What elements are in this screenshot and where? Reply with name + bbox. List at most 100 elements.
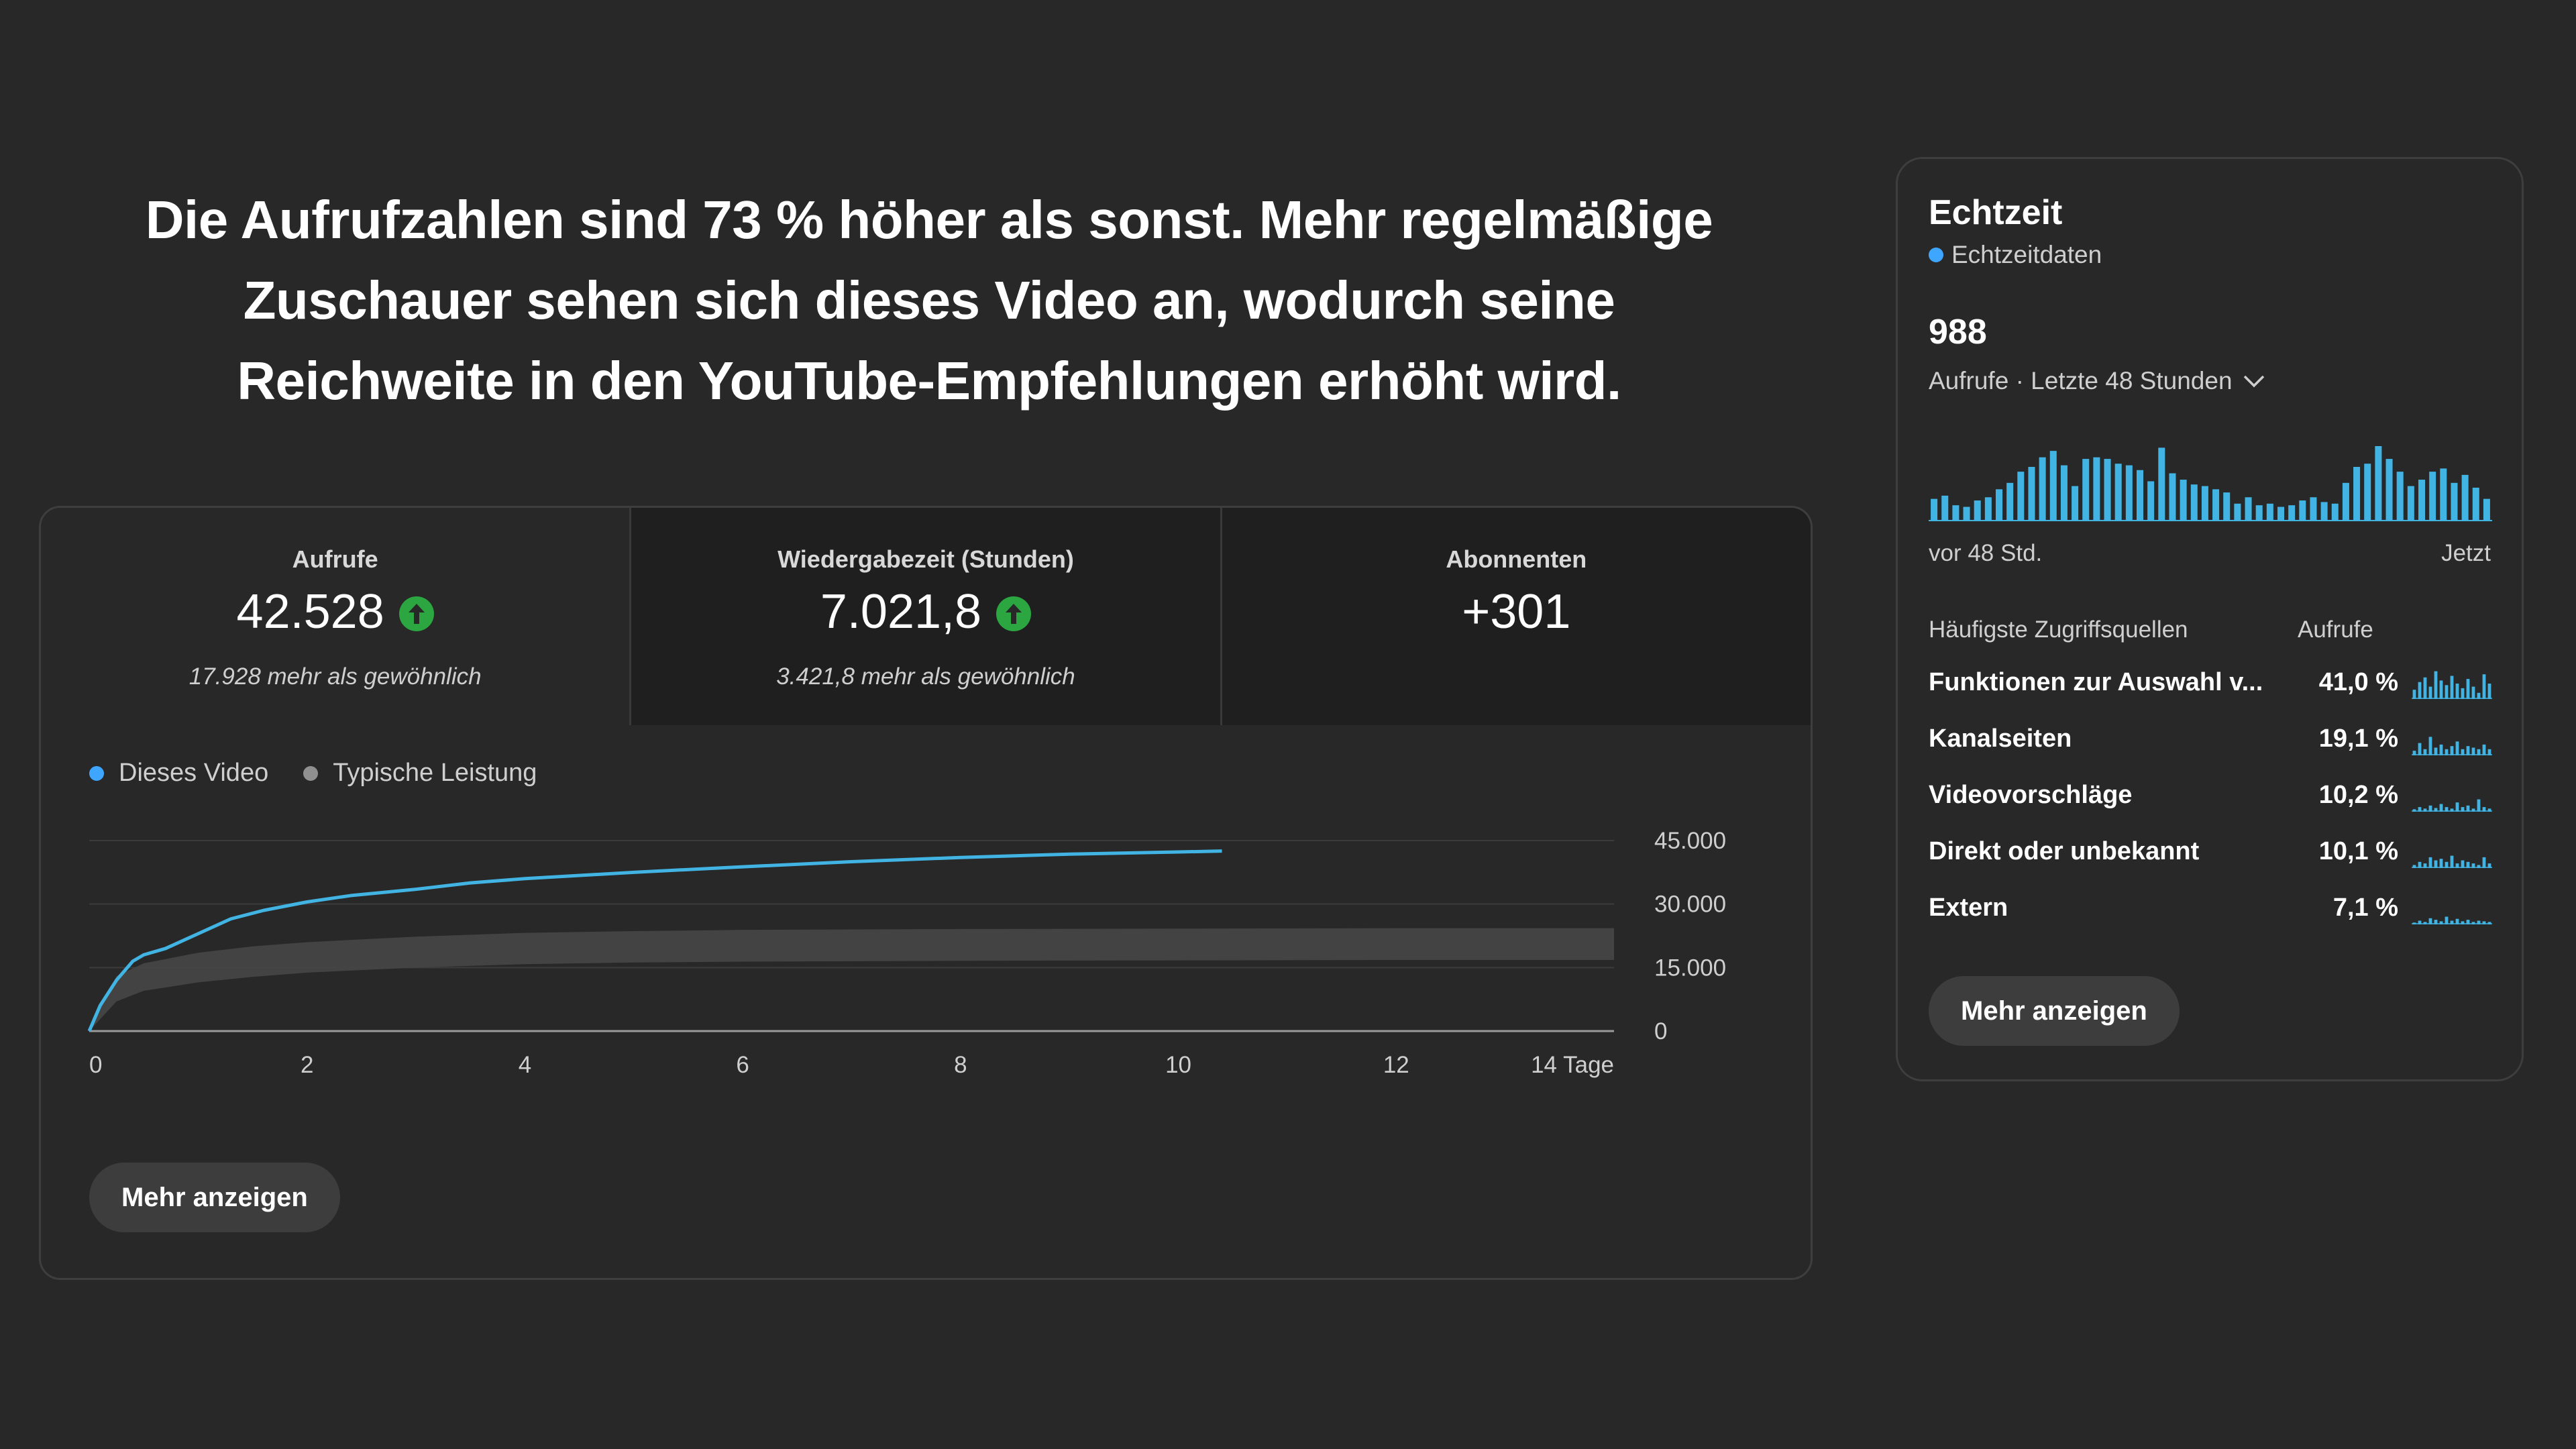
metric-label: Aufrufe	[292, 545, 378, 573]
performance-card: Aufrufe 42.528 17.928 mehr als gewöhnlic…	[39, 506, 1813, 1280]
realtime-bar	[1974, 500, 1981, 521]
sparkline-bar	[2439, 744, 2443, 755]
x-tick-label: 4	[519, 1052, 531, 1078]
period-label: Aufrufe · Letzte 48 Stunden	[1929, 367, 2233, 394]
table-row[interactable]: Direkt oder unbekannt 10,1 %	[1929, 823, 2492, 879]
y-tick-label: 15.000	[1654, 955, 1726, 981]
realtime-bar-chart[interactable]	[1929, 441, 2492, 521]
chart-legend: Dieses Video Typische Leistung	[89, 759, 537, 788]
metric-value: +301	[1462, 585, 1571, 639]
metric-tab-views[interactable]: Aufrufe 42.528 17.928 mehr als gewöhnlic…	[41, 508, 630, 725]
typical-performance-band	[89, 928, 1614, 1031]
realtime-bar	[2375, 446, 2382, 521]
realtime-bar	[2266, 503, 2273, 521]
metric-value-row: 42.528	[41, 582, 629, 642]
table-row[interactable]: Funktionen zur Auswahl v... 41,0 %	[1929, 654, 2492, 710]
x-tick-label: 14 Tage	[1531, 1052, 1614, 1078]
sparkline-bar	[2482, 744, 2486, 755]
metric-label: Abonnenten	[1446, 545, 1587, 573]
realtime-bar	[2093, 457, 2100, 521]
realtime-card: Echtzeit Echtzeitdaten 988 Aufrufe · Let…	[1896, 157, 2524, 1081]
realtime-bar	[1995, 489, 2003, 521]
realtime-bar	[2017, 472, 2025, 521]
realtime-bar	[2039, 457, 2046, 521]
metric-value: 7.021,8	[820, 585, 982, 639]
realtime-bar	[2082, 459, 2090, 521]
metric-tab-subscribers[interactable]: Abonnenten +301	[1220, 508, 1811, 725]
sparkline-bar	[2434, 671, 2438, 699]
realtime-bar	[2331, 503, 2339, 521]
realtime-show-more-button[interactable]: Mehr anzeigen	[1929, 976, 2180, 1046]
sparkline-bar	[2477, 799, 2481, 812]
realtime-bar	[2006, 482, 2014, 521]
realtime-bar	[2364, 464, 2371, 521]
realtime-bar	[2320, 502, 2328, 521]
traffic-sources-table: Häufigste Zugriffsquellen Aufrufe Funkti…	[1929, 616, 2492, 936]
sparkline-bar	[2471, 686, 2475, 699]
realtime-bar	[1931, 498, 1938, 521]
realtime-bar	[2310, 497, 2317, 521]
source-percent: 10,1 %	[2318, 837, 2398, 865]
legend-label: Typische Leistung	[333, 759, 537, 787]
show-more-button[interactable]: Mehr anzeigen	[89, 1163, 340, 1232]
table-row[interactable]: Kanalseiten 19,1 %	[1929, 710, 2492, 767]
source-name: Extern	[1929, 893, 2008, 922]
source-name: Kanalseiten	[1929, 724, 2072, 753]
legend-dot-icon	[303, 765, 319, 781]
header-views: Aufrufe	[2298, 616, 2373, 643]
sparkline-bar	[2418, 743, 2422, 755]
sparkline-bar	[2428, 737, 2432, 755]
metric-tab-watch-time[interactable]: Wiedergabezeit (Stunden) 7.021,8 3.421,8…	[629, 508, 1220, 725]
realtime-axis-start: vor 48 Std.	[1929, 540, 2043, 566]
sparkline-bar	[2455, 802, 2459, 812]
metric-value: 42.528	[236, 585, 384, 639]
source-sparkline	[2412, 737, 2492, 755]
source-sparkline	[2412, 916, 2492, 924]
x-tick-label: 6	[736, 1052, 749, 1078]
sparkline-bar	[2461, 688, 2465, 699]
realtime-bar	[2136, 470, 2144, 521]
views-chart[interactable]: 0 15.000 30.000 45.000 0 2 4 6 8 10 12 14 Tage	[41, 803, 1813, 1098]
realtime-bar	[2234, 503, 2241, 521]
realtime-bar	[2277, 506, 2285, 521]
sparkline-bar	[2482, 857, 2486, 868]
realtime-bar	[1963, 506, 1970, 521]
realtime-bar	[2245, 497, 2252, 521]
metric-value-row: 7.021,8	[631, 582, 1220, 642]
source-name: Direkt oder unbekannt	[1929, 837, 2200, 865]
realtime-bar	[1952, 505, 1960, 521]
table-row[interactable]: Extern 7,1 %	[1929, 879, 2492, 936]
sparkline-bar	[2428, 857, 2432, 868]
sparkline-bar	[2466, 679, 2470, 699]
source-percent: 41,0 %	[2318, 667, 2398, 696]
table-header: Häufigste Zugriffsquellen Aufrufe	[1929, 616, 2492, 654]
realtime-bar	[2201, 486, 2208, 521]
source-name: Videovorschläge	[1929, 780, 2133, 809]
realtime-bar	[1941, 495, 1949, 521]
realtime-bar	[2255, 505, 2263, 521]
realtime-bar	[2060, 465, 2068, 521]
sparkline-bar	[2466, 746, 2470, 755]
realtime-bar	[2072, 486, 2079, 521]
sparkline-bar	[2439, 680, 2443, 699]
realtime-bar	[2440, 468, 2447, 521]
x-tick-label: 12	[1383, 1052, 1409, 1078]
sparkline-bar	[2455, 684, 2459, 699]
table-row[interactable]: Videovorschläge 10,2 %	[1929, 767, 2492, 823]
realtime-bar	[2180, 480, 2187, 521]
metric-label: Wiedergabezeit (Stunden)	[777, 545, 1074, 573]
realtime-bar	[2429, 472, 2436, 521]
chevron-down-icon	[2243, 375, 2264, 388]
sparkline-bar	[2428, 686, 2432, 699]
x-tick-label: 2	[301, 1052, 313, 1078]
sparkline-bar	[2439, 859, 2443, 868]
arrow-up-icon	[996, 596, 1032, 631]
legend-dot-icon	[89, 765, 104, 781]
realtime-bar	[2483, 498, 2490, 521]
sparkline-bar	[2445, 685, 2449, 699]
realtime-bar	[1984, 497, 1992, 521]
period-dropdown[interactable]: Aufrufe · Letzte 48 Stunden	[1929, 367, 2266, 395]
x-tick-label: 8	[954, 1052, 967, 1078]
sparkline-bar	[2412, 690, 2416, 699]
x-tick-label: 0	[89, 1052, 102, 1078]
